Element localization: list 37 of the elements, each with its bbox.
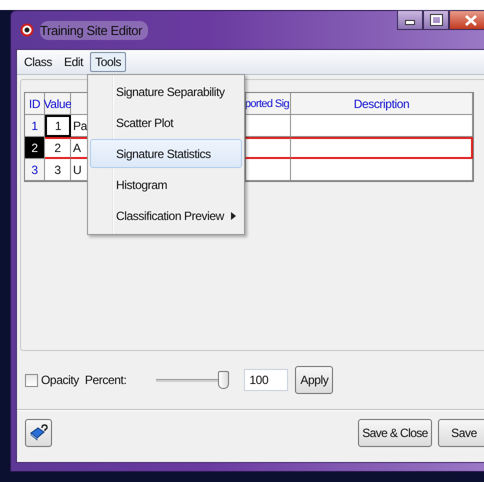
- maximize-button[interactable]: [423, 10, 449, 30]
- table-cell: 3: [45, 159, 71, 181]
- menu-item-label: Classification Preview: [116, 208, 224, 222]
- table-cell: 2: [45, 137, 71, 159]
- row-id-cell[interactable]: 3: [25, 159, 45, 181]
- menu-item[interactable]: Class: [19, 52, 58, 72]
- row-id-cell[interactable]: 2: [25, 137, 45, 159]
- column-header: Description: [291, 93, 473, 115]
- dialog-button[interactable]: Save & Close: [358, 419, 432, 447]
- close-icon: [465, 14, 477, 26]
- menu-item[interactable]: Signature Statistics: [90, 139, 242, 168]
- minimize-button[interactable]: [397, 10, 423, 30]
- dialog-button[interactable]: Save: [438, 419, 484, 447]
- menu-item-label: Signature Separability: [116, 84, 225, 98]
- menu-item[interactable]: Signature Separability: [90, 77, 242, 106]
- eye-icon: [20, 23, 34, 37]
- opacity-checkbox[interactable]: [25, 374, 38, 386]
- help-button[interactable]: [25, 419, 52, 447]
- menu-item[interactable]: Classification Preview: [90, 201, 242, 230]
- percent-label: Percent:: [84, 373, 126, 387]
- column-header: Value: [45, 93, 71, 115]
- menu-item[interactable]: Tools: [90, 52, 126, 72]
- slider-thumb[interactable]: [218, 371, 230, 389]
- table-cell: 1: [45, 115, 71, 137]
- opacity-slider[interactable]: [156, 370, 228, 390]
- window-title: Training Site Editor: [40, 20, 148, 40]
- menu-item-label: Signature Statistics: [116, 146, 211, 160]
- close-button[interactable]: [449, 10, 484, 30]
- menu-item[interactable]: Edit: [59, 52, 88, 72]
- menu-item-label: Scatter Plot: [116, 116, 174, 130]
- column-header: ID: [25, 93, 45, 115]
- apply-button[interactable]: Apply: [295, 366, 334, 394]
- help-book-icon: [30, 424, 48, 442]
- row-id-cell[interactable]: 1: [25, 115, 45, 137]
- opacity-label: Opacity: [41, 373, 79, 387]
- table-cell: [246, 137, 291, 159]
- percent-field[interactable]: 100: [244, 369, 288, 391]
